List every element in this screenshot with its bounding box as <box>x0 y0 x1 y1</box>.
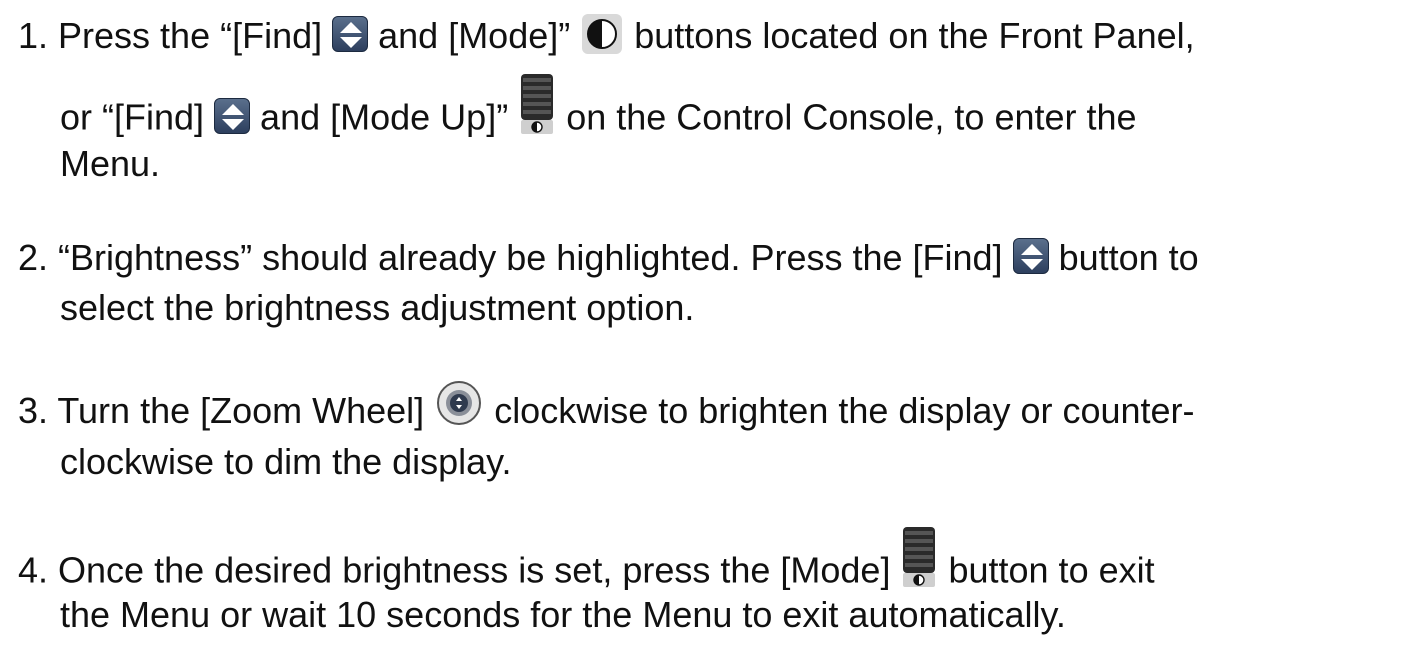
step-4-line-2: the Menu or wait 10 seconds for the Menu… <box>60 593 1066 637</box>
step-2-text-c: select the brightness adjustment option. <box>60 287 695 328</box>
mode-contrast-icon <box>582 14 623 55</box>
mode-up-lever-icon <box>518 73 556 135</box>
step-3-text-c: clockwise to dim the display. <box>60 441 512 482</box>
find-updown-icon <box>1012 238 1049 275</box>
step-1-text-f: on the Control Console, to enter the <box>566 96 1137 138</box>
zoom-wheel-icon <box>436 380 482 426</box>
step-1-text-e: and [Mode Up]” <box>260 96 509 138</box>
step-1-text-c: buttons located on the Front Panel, <box>634 15 1195 56</box>
step-4-text-c: the Menu or wait 10 seconds for the Menu… <box>60 594 1066 635</box>
step-3-line-2: clockwise to dim the display. <box>60 440 512 484</box>
step-1-line-1: 1. Press the “[Find] and [Mode]” buttons l… <box>18 14 1195 58</box>
step-1-text-d: or “[Find] <box>60 96 205 138</box>
step-4-text-a: 4. Once the desired brightness is set, p… <box>18 549 891 591</box>
find-updown-icon <box>332 16 369 53</box>
step-3-line-1: 3. Turn the [Zoom Wheel] clockwise to bri… <box>18 381 1195 436</box>
step-2-text-a: 2. “Brightness” should already be highli… <box>18 237 1003 278</box>
step-1-line-3: Menu. <box>60 142 160 186</box>
step-2-line-2: select the brightness adjustment option. <box>60 286 694 330</box>
step-1-text-b: and [Mode]” <box>378 15 571 56</box>
step-3-text-b: clockwise to brighten the display or cou… <box>494 390 1195 431</box>
find-updown-icon <box>214 98 251 134</box>
step-2-line-1: 2. “Brightness” should already be highli… <box>18 236 1199 280</box>
step-1-line-2: or “[Find] and [Mode Up]” on the Control C… <box>60 74 1137 151</box>
step-2-text-b: button to <box>1058 237 1199 278</box>
step-4-text-b: button to exit <box>948 549 1155 591</box>
mode-lever-icon <box>900 526 938 588</box>
step-3-text-a: 3. Turn the [Zoom Wheel] <box>18 390 425 431</box>
step-1-text-a: 1. Press the “[Find] <box>18 15 323 56</box>
step-1-text-g: Menu. <box>60 143 161 184</box>
